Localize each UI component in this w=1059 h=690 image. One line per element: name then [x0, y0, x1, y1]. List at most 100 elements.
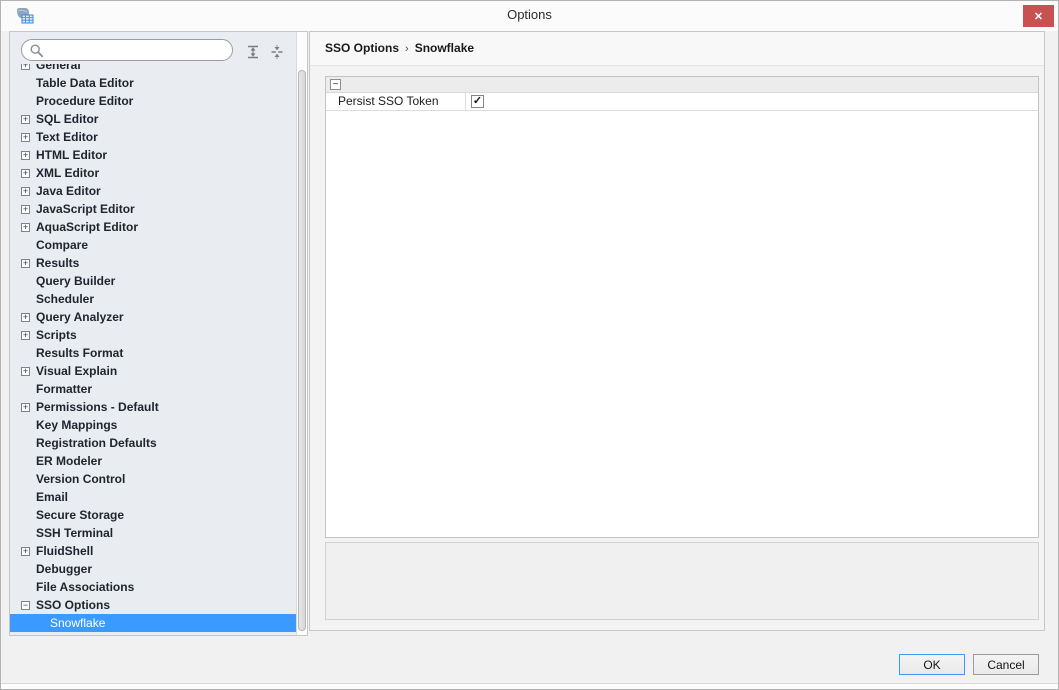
tree-item-scheduler[interactable]: Scheduler: [10, 290, 296, 308]
tree-item-label: Debugger: [36, 562, 93, 576]
tree-item-version-control[interactable]: Version Control: [10, 470, 296, 488]
tree-item-visual-explain[interactable]: + Visual Explain: [10, 362, 296, 380]
tree-item-label: AquaScript Editor: [36, 220, 139, 234]
tree-item-label: Email: [36, 490, 69, 504]
options-dialog: Options ✕ + General Table Data Editor Pr…: [0, 0, 1059, 690]
tree-item-results-format[interactable]: Results Format: [10, 344, 296, 362]
close-button[interactable]: ✕: [1023, 5, 1054, 27]
expand-icon[interactable]: +: [21, 259, 30, 268]
cancel-button[interactable]: Cancel: [973, 654, 1039, 675]
description-panel: [325, 542, 1039, 620]
tree-item-compare[interactable]: Compare: [10, 236, 296, 254]
tree-item-registration-defaults[interactable]: Registration Defaults: [10, 434, 296, 452]
expand-icon[interactable]: +: [21, 331, 30, 340]
tree-item-label: Procedure Editor: [36, 94, 134, 108]
tree-item-scripts[interactable]: + Scripts: [10, 326, 296, 344]
sidebar-scrollbar[interactable]: [296, 32, 307, 635]
options-sidebar: + General Table Data Editor Procedure Edito…: [9, 31, 308, 636]
expand-icon[interactable]: +: [21, 547, 30, 556]
scrollbar-thumb[interactable]: [298, 70, 306, 631]
expand-icon[interactable]: +: [21, 205, 30, 214]
tree-item-debugger[interactable]: Debugger: [10, 560, 296, 578]
title-bar: Options ✕: [1, 1, 1058, 31]
tree-item-label: Query Builder: [36, 274, 116, 288]
expand-icon[interactable]: +: [21, 151, 30, 160]
tree-item-label: Visual Explain: [36, 364, 118, 378]
search-row: [10, 32, 307, 64]
tree-item-email[interactable]: Email: [10, 488, 296, 506]
breadcrumb-parent: SSO Options: [325, 41, 400, 55]
search-icon: [30, 44, 44, 58]
tree-item-label: HTML Editor: [36, 148, 108, 162]
tree-item-results[interactable]: + Results: [10, 254, 296, 272]
expand-icon[interactable]: +: [21, 187, 30, 196]
tree-item-label: Registration Defaults: [36, 436, 157, 450]
tree-item-label: Snowflake: [50, 616, 106, 630]
tree-item-label: SSO Options: [36, 598, 111, 612]
tree-item-er-modeler[interactable]: ER Modeler: [10, 452, 296, 470]
tree-item-xml-editor[interactable]: + XML Editor: [10, 164, 296, 182]
expand-icon[interactable]: +: [21, 223, 30, 232]
collapse-all-icon[interactable]: [269, 44, 285, 60]
tree-item-query-builder[interactable]: Query Builder: [10, 272, 296, 290]
tree-item-general[interactable]: + General: [10, 64, 296, 74]
property-group-header: −: [326, 77, 1038, 93]
tree-item-procedure-editor[interactable]: Procedure Editor: [10, 92, 296, 110]
persist-sso-token-checkbox[interactable]: ✓: [471, 95, 484, 108]
tree-item-label: Compare: [36, 238, 89, 252]
tree-item-secure-storage[interactable]: Secure Storage: [10, 506, 296, 524]
tree-item-label: Scripts: [36, 328, 77, 342]
expand-icon[interactable]: +: [21, 169, 30, 178]
tree-item-aquascript-editor[interactable]: + AquaScript Editor: [10, 218, 296, 236]
tree-item-html-editor[interactable]: + HTML Editor: [10, 146, 296, 164]
options-tree: + General Table Data Editor Procedure Edito…: [10, 64, 296, 635]
close-icon: ✕: [1033, 10, 1044, 23]
search-box[interactable]: [21, 39, 233, 61]
tree-item-table-data-editor[interactable]: Table Data Editor: [10, 74, 296, 92]
tree-item-formatter[interactable]: Formatter: [10, 380, 296, 398]
tree-item-label: Key Mappings: [36, 418, 118, 432]
expand-icon[interactable]: +: [21, 133, 30, 142]
tree-item-sso-options[interactable]: − SSO Options: [10, 596, 296, 614]
tree-item-label: Scheduler: [36, 292, 95, 306]
expand-all-icon[interactable]: [245, 44, 261, 60]
tree-item-key-mappings[interactable]: Key Mappings: [10, 416, 296, 434]
tree-item-label: XML Editor: [36, 166, 100, 180]
property-value-cell: ✓: [466, 93, 1038, 110]
tree-item-label: Results Format: [36, 346, 124, 360]
tree-item-text-editor[interactable]: + Text Editor: [10, 128, 296, 146]
tree-item-label: FluidShell: [36, 544, 94, 558]
tree-item-sql-editor[interactable]: + SQL Editor: [10, 110, 296, 128]
tree-item-ssh-terminal[interactable]: SSH Terminal: [10, 524, 296, 542]
tree-item-label: SSH Terminal: [36, 526, 114, 540]
tree-item-javascript-editor[interactable]: + JavaScript Editor: [10, 200, 296, 218]
expand-icon[interactable]: +: [21, 403, 30, 412]
property-row-persist-sso-token: Persist SSO Token ✓: [326, 93, 1038, 111]
property-grid: − Persist SSO Token ✓: [325, 76, 1039, 538]
breadcrumb-separator-icon: ›: [405, 43, 409, 55]
tree-item-java-editor[interactable]: + Java Editor: [10, 182, 296, 200]
app-icon: [17, 8, 34, 24]
tree-item-label: General: [36, 64, 81, 72]
ok-button[interactable]: OK: [899, 654, 965, 675]
tree-item-query-analyzer[interactable]: + Query Analyzer: [10, 308, 296, 326]
tree-item-label: Java Editor: [36, 184, 101, 198]
tree-item-label: SQL Editor: [36, 112, 99, 126]
expand-icon[interactable]: +: [21, 64, 30, 70]
expand-icon[interactable]: +: [21, 115, 30, 124]
window-title: Options: [507, 7, 552, 22]
property-label: Persist SSO Token: [326, 93, 466, 110]
tree-item-label: Permissions - Default: [36, 400, 159, 414]
tree-item-label: JavaScript Editor: [36, 202, 135, 216]
tree-item-snowflake[interactable]: Snowflake: [10, 614, 296, 632]
collapse-group-icon[interactable]: −: [330, 79, 341, 90]
tree-item-label: Query Analyzer: [36, 310, 124, 324]
breadcrumb: SSO Options › Snowflake: [310, 32, 1044, 66]
search-input[interactable]: [48, 41, 228, 59]
tree-item-permissions-default[interactable]: + Permissions - Default: [10, 398, 296, 416]
expand-icon[interactable]: +: [21, 367, 30, 376]
tree-item-fluidshell[interactable]: + FluidShell: [10, 542, 296, 560]
expand-icon[interactable]: +: [21, 313, 30, 322]
tree-item-file-associations[interactable]: File Associations: [10, 578, 296, 596]
collapse-icon[interactable]: −: [21, 601, 30, 610]
